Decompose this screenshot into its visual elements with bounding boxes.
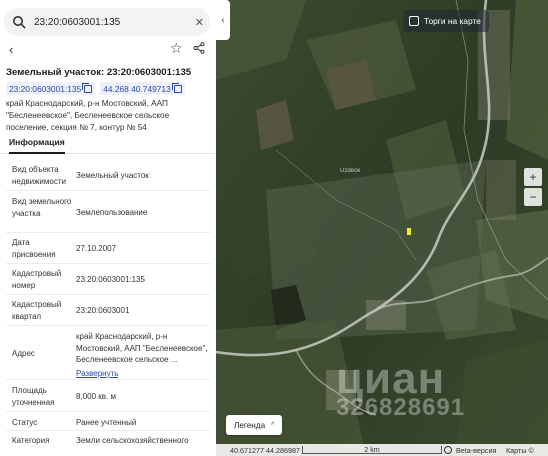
legend-button[interactable]: Легенда ^ [226, 415, 282, 435]
divider [6, 325, 210, 326]
tab-bar: Информация [0, 134, 216, 154]
row-label: Дата присвоения [12, 238, 56, 259]
map-attribution[interactable]: Карты © [506, 446, 534, 455]
row-value: край Краснодарский, р-н Мостовский, ААП … [76, 331, 212, 379]
geolocate-icon[interactable] [444, 446, 452, 454]
place-label: Uzdece [340, 168, 361, 174]
watermark-id: 326828691 [336, 394, 466, 421]
divider [6, 411, 210, 412]
divider [6, 430, 210, 431]
beta-label: Beta-версия [456, 446, 497, 455]
chevron-up-icon: ^ [271, 421, 275, 429]
row-value: 23:20:0603001:135 [76, 275, 145, 284]
map-status-bar: 40.671277 44.286987 2 km Beta-версия Кар… [216, 444, 548, 456]
row-value: 8,000 кв. м [76, 392, 116, 401]
search-bar[interactable]: 23:20:0603001:135 ✕ [4, 8, 210, 36]
row-label: Площадь уточненная [12, 386, 55, 407]
star-icon[interactable]: ☆ [170, 40, 183, 57]
row-value: 23:20:0603001 [76, 306, 130, 315]
coords-chip[interactable]: 44.268 40.749713 [100, 82, 185, 95]
chip-text: 44.268 40.749713 [103, 83, 171, 94]
row-label: Статус [12, 418, 38, 427]
zoom-in-button[interactable]: + [524, 168, 542, 186]
zoom-controls: + − [524, 168, 542, 206]
expand-link[interactable]: Развернуть [76, 368, 212, 380]
legend-label: Легенда [234, 420, 266, 430]
trade-toggle[interactable]: Торги на карте [403, 10, 489, 32]
collapse-panel-button[interactable]: ‹ [216, 0, 230, 40]
divider [6, 190, 210, 191]
info-panel: 23:20:0603001:135 ✕ ‹ ☆ Земельный участо… [0, 0, 216, 456]
divider [6, 232, 210, 233]
divider [6, 263, 210, 264]
id-chips: 23:20:0603001:135 44.268 40.749713 [6, 82, 185, 95]
row-label: Кадастровый квартал [12, 300, 62, 321]
row-value: Земли сельскохозяйственного [76, 436, 189, 445]
row-value: Землепользование [76, 208, 148, 217]
row-value: Земельный участок [76, 171, 149, 180]
chevron-left-icon[interactable]: ‹ [9, 42, 13, 57]
row-label: Вид земельного участка [12, 197, 72, 218]
search-icon [13, 16, 26, 29]
row-value: Ранее учтенный [76, 418, 137, 427]
parcel-address: край Краснодарский, р-н Мостовский, ААП … [6, 99, 170, 132]
scale-bar: 2 km [302, 446, 442, 454]
copy-icon[interactable] [82, 82, 93, 93]
share-icon[interactable] [193, 42, 205, 54]
copy-icon[interactable] [171, 82, 182, 93]
trade-toggle-label: Торги на карте [424, 16, 481, 26]
cadastral-chip[interactable]: 23:20:0603001:135 [6, 82, 96, 95]
address-value: край Краснодарский, р-н Мостовский, ААП … [76, 332, 208, 364]
checkbox-icon[interactable] [409, 16, 419, 26]
row-label: Кадастровый номер [12, 269, 62, 290]
chevron-left-icon: ‹ [221, 14, 225, 26]
row-value: 27.10.2007 [76, 244, 117, 253]
row-label: Адрес [12, 349, 35, 358]
close-icon[interactable]: ✕ [195, 16, 204, 29]
chip-text: 23:20:0603001:135 [9, 83, 82, 94]
divider [6, 379, 210, 380]
divider [6, 294, 210, 295]
zoom-out-button[interactable]: − [524, 188, 542, 206]
row-label: Категория [12, 436, 50, 445]
cursor-coordinates: 40.671277 44.286987 [230, 446, 300, 455]
page-title: Земельный участок: 23:20:0603001:135 [6, 67, 192, 78]
search-input[interactable]: 23:20:0603001:135 [34, 17, 195, 28]
panel-toolbar: ‹ ☆ [0, 40, 216, 58]
row-label: Вид объекта недвижимости [12, 165, 66, 186]
tab-information[interactable]: Информация [9, 137, 65, 154]
